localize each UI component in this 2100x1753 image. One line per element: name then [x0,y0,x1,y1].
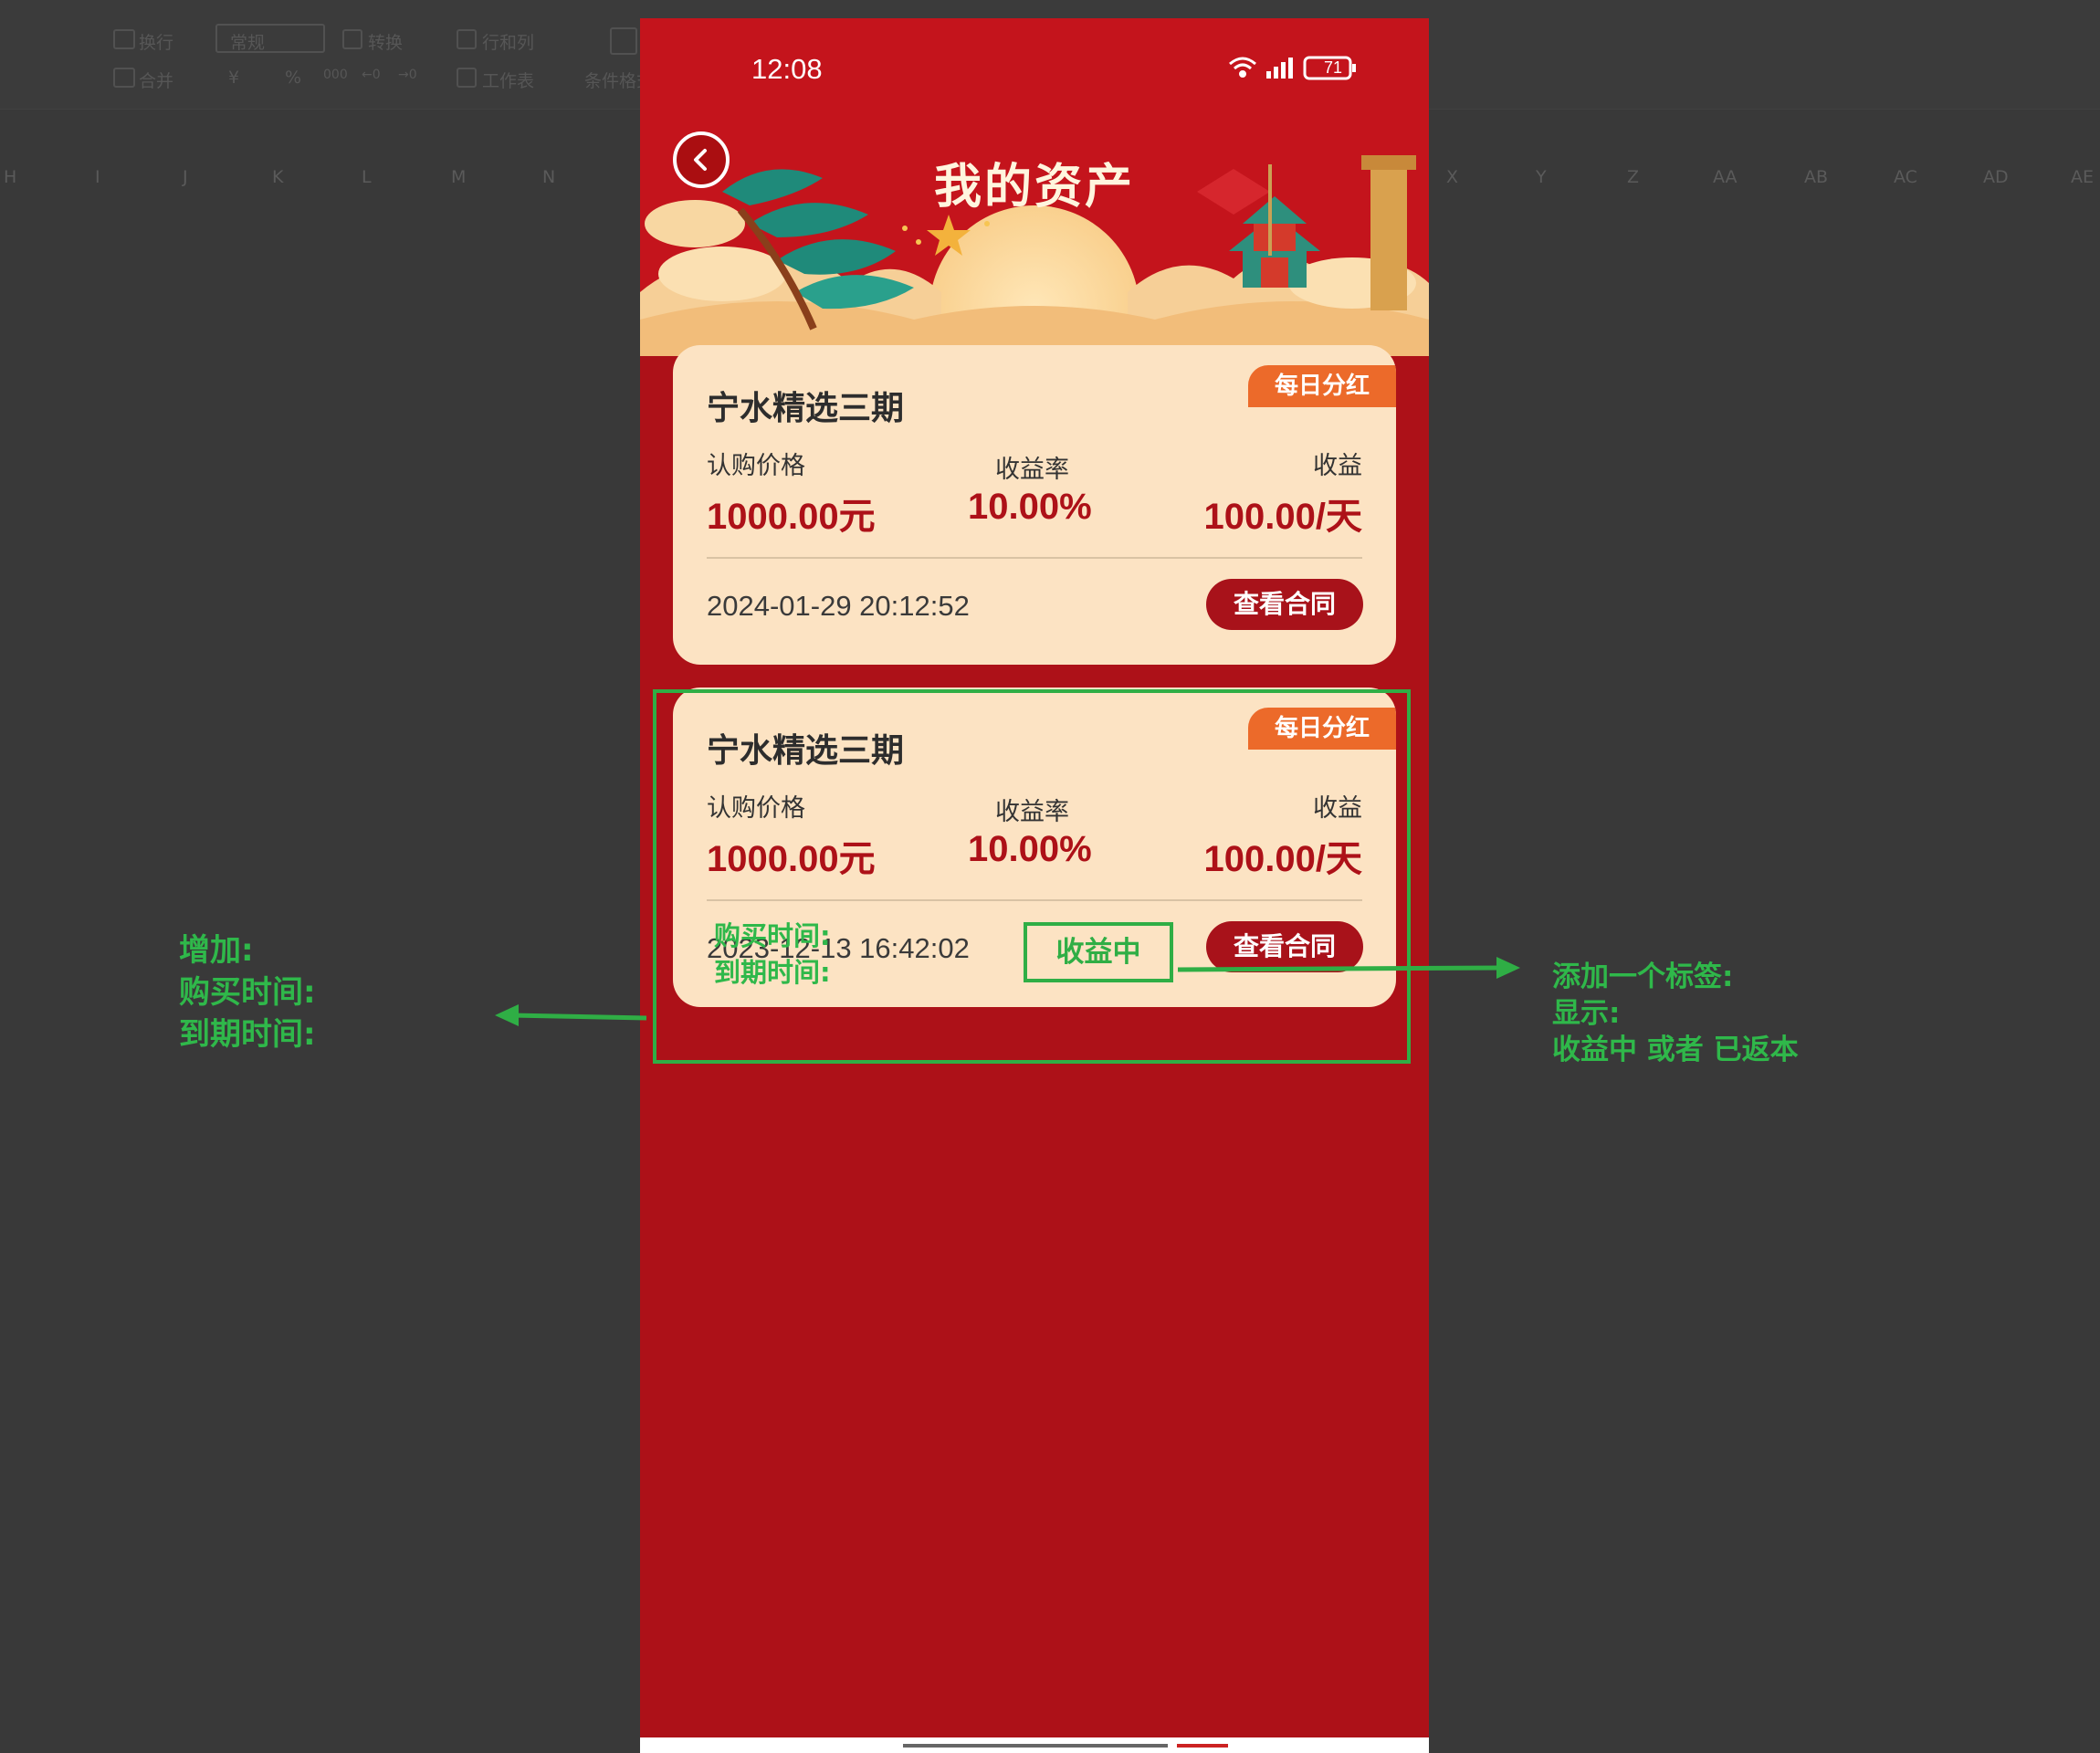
arrow-right-icon [1177,957,1520,979]
arrow-left-icon [495,1004,647,1026]
annotation-arrows [495,957,1520,1026]
